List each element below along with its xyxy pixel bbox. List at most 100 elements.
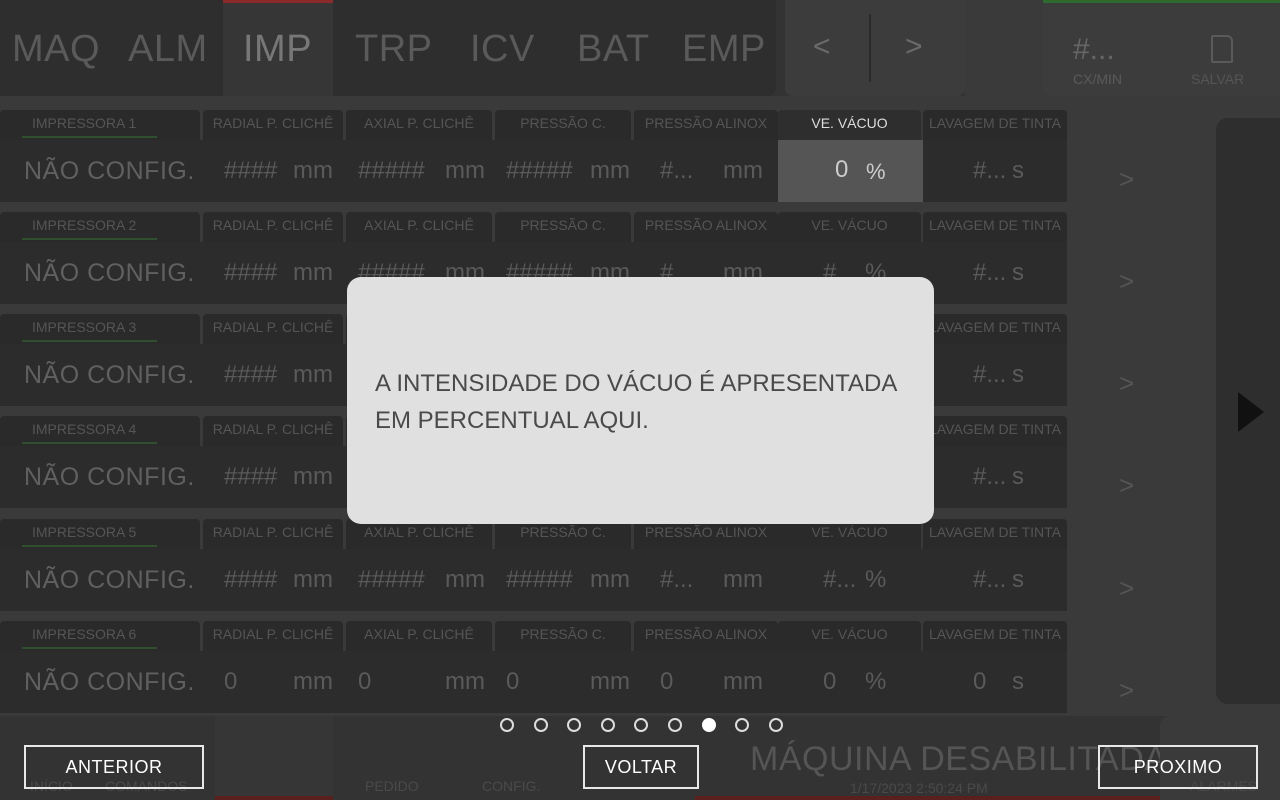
radial-value[interactable]: #### [224,140,277,202]
chevron-right-icon: > [1119,573,1135,603]
radial-value[interactable]: #### [224,344,277,406]
printer-detail-button[interactable]: > [1067,561,1191,619]
nav-pedido-label: PEDIDO [365,778,419,794]
printer-name-header: IMPRESSORA 2 [0,212,200,242]
tab-maq[interactable]: MAQ [12,28,100,71]
status-underline [22,238,157,240]
status-underline [22,647,157,649]
printer-status: NÃO CONFIG. [24,566,195,594]
lav-value[interactable]: #... [973,549,1006,611]
boxes-per-minute-value: #... [1073,33,1115,66]
column-header-radial: RADIAL P. CLICHÊ [203,110,343,140]
pager-dot[interactable] [500,718,514,732]
tab-scroll-controls: < > [785,0,965,96]
column-header-pa: PRESSÃO ALINOX [634,110,778,140]
printer-status: NÃO CONFIG. [24,361,195,389]
pv-value[interactable]: ##### [506,140,573,202]
column-header-vv: VE. VÁCUO [778,212,921,242]
vv-unit: % [865,668,887,695]
printer-status: NÃO CONFIG. [24,668,195,696]
status-underline [22,442,157,444]
tab-icv[interactable]: ICV [470,28,535,71]
previous-button[interactable]: ANTERIOR [24,745,204,789]
vv-value[interactable]: 0 [823,651,836,713]
play-icon[interactable] [1238,392,1264,432]
radial-value[interactable]: 0 [224,651,237,713]
column-header-radial: RADIAL P. CLICHÊ [203,519,343,549]
nav-imp-active[interactable] [215,716,333,800]
radial-unit: mm [293,157,333,184]
top-right-panel: #... CX/MIN SALVAR [1043,0,1280,96]
tab-imp[interactable]: IMP [243,28,312,71]
save-button-label[interactable]: SALVAR [1191,71,1244,87]
status-underline [22,340,157,342]
pager-dot[interactable] [668,718,682,732]
radial-unit: mm [293,259,333,286]
column-header-axial: AXIAL P. CLICHÊ [346,621,492,651]
pv-value[interactable]: ##### [506,549,573,611]
lav-value[interactable]: #... [973,344,1006,406]
printer-detail-button[interactable]: > [1067,356,1191,414]
axial-unit: mm [445,566,485,593]
pv-unit: mm [590,566,630,593]
pager-dot[interactable] [768,718,783,732]
lav-unit: s [1012,157,1024,184]
radial-value[interactable]: #### [224,242,277,304]
pager-dot[interactable] [533,718,548,732]
radial-value[interactable]: #### [224,549,277,611]
nav-config-label: CONFIG. [482,778,541,794]
lav-unit: s [1012,463,1024,490]
axial-unit: mm [445,668,485,695]
lav-value[interactable]: 0 [973,651,986,713]
printer-detail-button[interactable]: > [1067,254,1191,312]
column-header-axial: AXIAL P. CLICHÊ [346,110,492,140]
radial-value[interactable]: #### [224,446,277,508]
pa-value[interactable]: #... [660,549,693,611]
column-header-pv: PRESSÃO C. VÁCUO [495,212,631,259]
pa-value[interactable]: #... [660,140,693,202]
printer-row: IMPRESSORA 5 RADIAL P. CLICHÊ AXIAL P. CLI… [0,519,1280,621]
column-header-radial: RADIAL P. CLICHÊ [203,416,343,446]
back-button[interactable]: VOLTAR [583,745,699,789]
pager-dot[interactable] [701,718,716,732]
printer-detail-button[interactable]: > [1067,152,1191,210]
tab-bat[interactable]: BAT [577,28,650,71]
printer-name: IMPRESSORA 5 [32,524,137,540]
axial-value[interactable]: ##### [358,140,425,202]
vv-value[interactable]: #... [823,549,856,611]
status-marker [695,796,1160,800]
column-header-vv: VE. VÁCUO [778,621,921,651]
printer-detail-button[interactable]: > [1067,458,1191,516]
vacuum-intensity-field[interactable]: 0% [778,140,923,202]
vv-unit: % [865,566,887,593]
pa-value[interactable]: 0 [660,651,673,713]
tab-prev-button[interactable]: < [813,30,831,64]
column-header-radial: RADIAL P. CLICHÊ [203,314,343,344]
lav-value[interactable]: #... [973,242,1006,304]
printer-name: IMPRESSORA 2 [32,217,137,233]
axial-value[interactable]: ##### [358,549,425,611]
pv-unit: mm [590,157,630,184]
tab-alm[interactable]: ALM [128,28,208,71]
tab-trp[interactable]: TRP [355,28,433,71]
chevron-right-icon: > [1119,368,1135,398]
pager-dot[interactable] [600,718,615,732]
chevron-right-icon: > [1119,266,1135,296]
tab-emp[interactable]: EMP [682,28,766,71]
column-header-pa: PRESSÃO ALINOX [634,212,778,242]
sd-card-icon[interactable] [1211,35,1233,63]
boxes-per-minute-label: CX/MIN [1073,71,1122,87]
column-header-pv: PRESSÃO C. VÁCUO [495,621,631,668]
next-button[interactable]: PROXIMO [1098,745,1258,789]
top-navigation: MAQ ALM IMP TRP ICV BAT EMP < > [0,0,965,96]
pv-value[interactable]: 0 [506,651,519,713]
printer-name: IMPRESSORA 1 [32,115,137,131]
printer-detail-button[interactable]: > [1067,663,1191,721]
column-header-vv: VE. VÁCUO [778,110,921,140]
lav-value[interactable]: #... [973,140,1006,202]
lav-value[interactable]: #... [973,446,1006,508]
axial-value[interactable]: 0 [358,651,371,713]
vacuum-intensity-unit: % [866,159,886,184]
axial-unit: mm [445,157,485,184]
tab-next-button[interactable]: > [905,30,923,64]
